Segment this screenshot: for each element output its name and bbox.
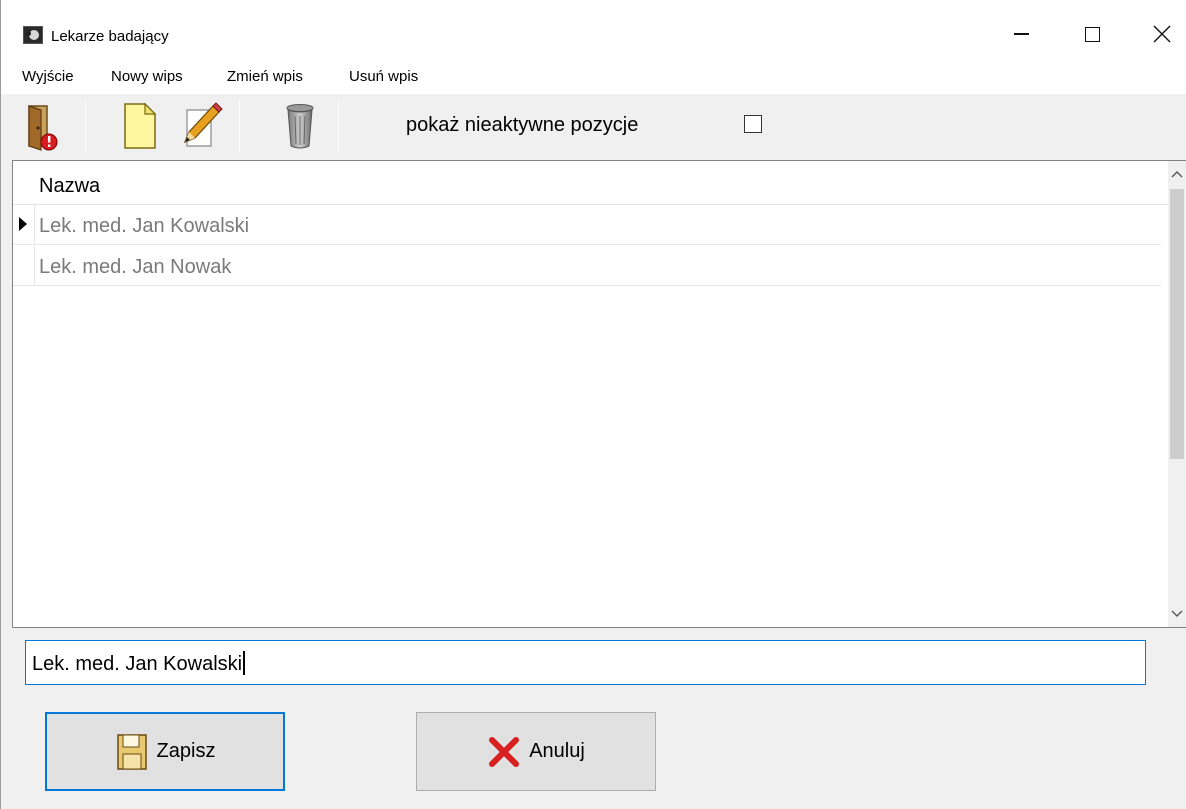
save-button-label: Zapisz	[156, 740, 216, 762]
maximize-button[interactable]	[1072, 14, 1112, 54]
menu-item-exit[interactable]: Wyjście	[22, 68, 74, 85]
door-exit-icon	[28, 105, 58, 151]
window-title: Lekarze badający	[51, 28, 169, 45]
delete-toolbar-button[interactable]	[272, 98, 328, 154]
menu-item-new[interactable]: Nowy wips	[111, 68, 183, 85]
doctor-name-input[interactable]: Lek. med. Jan Kowalski	[25, 640, 1146, 685]
red-x-icon	[489, 736, 520, 767]
menu-item-edit[interactable]: Zmień wpis	[227, 68, 303, 85]
vertical-scrollbar[interactable]	[1168, 161, 1186, 627]
close-icon	[1153, 25, 1171, 43]
cancel-button-label: Anuluj	[529, 740, 585, 762]
grid-header: Nazwa	[13, 161, 1171, 205]
table-cell-name[interactable]: Lek. med. Jan Nowak	[39, 256, 231, 279]
exit-toolbar-button[interactable]	[11, 98, 67, 154]
pencil-edit-icon	[183, 102, 223, 147]
table-row[interactable]: Lek. med. Jan Kowalski	[13, 205, 1161, 245]
doctors-grid[interactable]: Nazwa Lek. med. Jan Kowalski Lek. med. J…	[12, 160, 1186, 628]
doctor-name-value: Lek. med. Jan Kowalski	[32, 653, 243, 675]
show-inactive-checkbox[interactable]	[744, 115, 762, 133]
scroll-up-arrow-icon[interactable]	[1168, 165, 1186, 183]
table-cell-name[interactable]: Lek. med. Jan Kowalski	[39, 215, 249, 238]
menu-item-delete[interactable]: Usuń wpis	[349, 68, 418, 85]
title-bar: Lekarze badający	[1, 0, 1186, 62]
minimize-button[interactable]	[1001, 14, 1041, 54]
scrollbar-thumb[interactable]	[1170, 189, 1184, 459]
toolbar: pokaż nieaktywne pozycje	[1, 94, 1186, 158]
row-indicator	[13, 205, 35, 245]
table-row[interactable]: Lek. med. Jan Nowak	[13, 246, 1161, 286]
menu-bar: Wyjście Nowy wips Zmień wpis Usuń wpis	[1, 62, 1186, 94]
toolbar-separator	[85, 100, 86, 152]
cancel-button[interactable]: Anuluj	[416, 712, 656, 791]
close-button[interactable]	[1142, 14, 1182, 54]
text-caret	[243, 651, 245, 675]
edit-toolbar-button[interactable]	[173, 98, 229, 154]
toolbar-separator	[338, 100, 339, 152]
app-eye-icon	[23, 26, 43, 44]
save-button[interactable]: Zapisz	[45, 712, 285, 791]
column-header-name[interactable]: Nazwa	[39, 175, 100, 198]
floppy-disk-icon	[116, 733, 147, 770]
current-row-arrow-icon	[19, 217, 27, 231]
main-window: Lekarze badający Wyjście Nowy wips Zmień…	[0, 0, 1186, 809]
new-toolbar-button[interactable]	[111, 98, 167, 154]
new-document-icon	[124, 102, 157, 149]
show-inactive-label: pokaż nieaktywne pozycje	[406, 114, 639, 136]
row-indicator	[13, 246, 35, 286]
trash-can-icon	[286, 104, 314, 149]
scroll-down-arrow-icon[interactable]	[1168, 605, 1186, 623]
toolbar-separator	[239, 100, 240, 152]
